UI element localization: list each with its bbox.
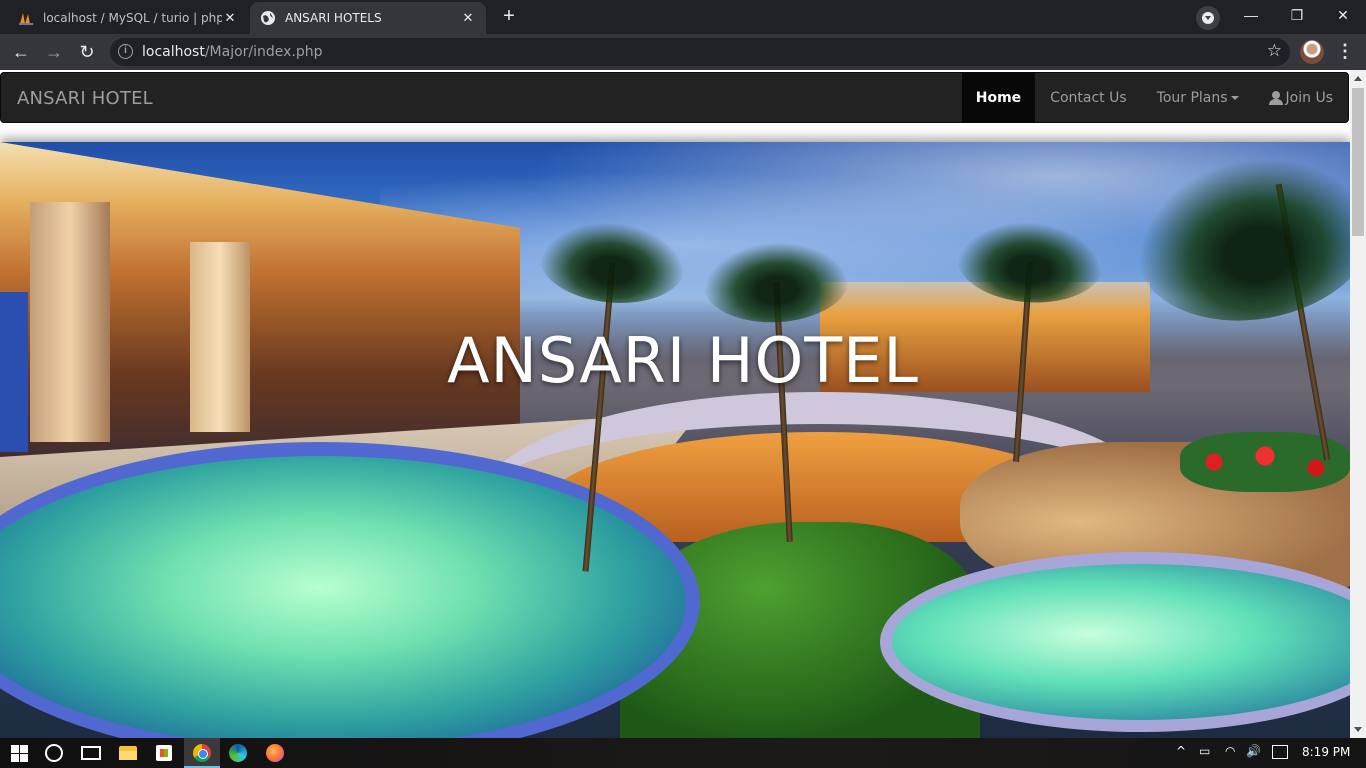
wifi-icon[interactable]: ◠ bbox=[1225, 744, 1235, 758]
site-info-icon[interactable]: i bbox=[118, 44, 133, 59]
tab-close-icon[interactable]: ✕ bbox=[222, 11, 238, 26]
phpmyadmin-icon bbox=[19, 13, 33, 25]
browser-toolbar: ← → ↻ i localhost/Major/index.php ☆ bbox=[0, 34, 1366, 70]
file-explorer-icon[interactable] bbox=[119, 746, 137, 760]
tab-strip: localhost / MySQL / turio | phpM ✕ ANSAR… bbox=[0, 0, 1366, 34]
scroll-down-icon[interactable] bbox=[1354, 727, 1362, 732]
task-view-icon[interactable] bbox=[81, 746, 101, 760]
tab-phpmyadmin[interactable]: localhost / MySQL / turio | phpM ✕ bbox=[8, 2, 248, 34]
chrome-taskbar-icon[interactable] bbox=[184, 738, 220, 768]
hero-banner bbox=[0, 142, 1350, 738]
tray-chevron-icon[interactable]: ^ bbox=[1176, 744, 1186, 758]
windows-taskbar: ^ ▭ ◠ 🔊 8:19 PM bbox=[0, 738, 1366, 768]
windows-start-icon[interactable] bbox=[10, 743, 30, 763]
page-viewport: ANSARI HOTEL Home Contact Us Tour Plans … bbox=[0, 70, 1350, 738]
browser-menu-icon[interactable]: ⋮ bbox=[1336, 40, 1354, 64]
firefox-icon[interactable] bbox=[266, 744, 284, 762]
site-brand[interactable]: ANSARI HOTEL bbox=[17, 88, 153, 109]
nav-tour-plans-label: Tour Plans bbox=[1156, 89, 1228, 106]
nav-contact-us[interactable]: Contact Us bbox=[1035, 73, 1141, 122]
address-bar[interactable]: i localhost/Major/index.php ☆ bbox=[110, 38, 1290, 66]
site-navbar: ANSARI HOTEL Home Contact Us Tour Plans … bbox=[0, 72, 1349, 123]
tab-title: ANSARI HOTELS bbox=[285, 11, 382, 25]
url-path: /Major/index.php bbox=[204, 44, 323, 60]
edge-icon[interactable] bbox=[229, 744, 247, 762]
palm-tree bbox=[1275, 183, 1331, 461]
url-text[interactable]: localhost/Major/index.php bbox=[142, 44, 323, 60]
caret-down-icon bbox=[1230, 95, 1239, 100]
back-button[interactable]: ← bbox=[9, 40, 33, 64]
user-icon bbox=[1268, 90, 1283, 105]
globe-icon bbox=[261, 11, 275, 25]
tab-close-icon[interactable]: ✕ bbox=[460, 11, 476, 26]
taskbar-clock[interactable]: 8:19 PM bbox=[1302, 745, 1350, 759]
url-host: localhost bbox=[142, 44, 205, 60]
scroll-up-icon[interactable] bbox=[1354, 76, 1362, 81]
bookmark-star-icon[interactable]: ☆ bbox=[1267, 41, 1282, 61]
tab-ansari-hotels[interactable]: ANSARI HOTELS ✕ bbox=[250, 2, 486, 34]
volume-icon[interactable]: 🔊 bbox=[1246, 744, 1261, 758]
scroll-thumb[interactable] bbox=[1352, 88, 1364, 236]
nav-tour-plans[interactable]: Tour Plans bbox=[1142, 73, 1254, 122]
store-icon[interactable] bbox=[156, 745, 172, 761]
reload-button[interactable]: ↻ bbox=[75, 40, 99, 64]
keyboard-icon[interactable] bbox=[1272, 745, 1288, 759]
tab-title: localhost / MySQL / turio | phpM bbox=[43, 11, 222, 25]
cortana-search-icon[interactable] bbox=[45, 744, 63, 762]
nav-join-us[interactable]: Join Us bbox=[1254, 73, 1348, 122]
profile-avatar[interactable] bbox=[1300, 40, 1324, 64]
nav-join-us-label: Join Us bbox=[1285, 89, 1333, 106]
hero-title: ANSARI HOTEL bbox=[447, 324, 919, 397]
new-tab-button[interactable]: + bbox=[496, 6, 522, 28]
minimize-button[interactable]: — bbox=[1228, 0, 1274, 32]
restore-button[interactable]: ❐ bbox=[1274, 0, 1320, 32]
close-window-button[interactable]: ✕ bbox=[1320, 0, 1366, 32]
nav-home[interactable]: Home bbox=[961, 73, 1036, 122]
page-scrollbar[interactable] bbox=[1350, 70, 1366, 738]
battery-icon[interactable]: ▭ bbox=[1199, 744, 1210, 758]
site-nav-list: Home Contact Us Tour Plans Join Us bbox=[961, 73, 1348, 122]
forward-button[interactable]: → bbox=[42, 40, 66, 64]
tab-search-icon[interactable] bbox=[1196, 6, 1220, 30]
